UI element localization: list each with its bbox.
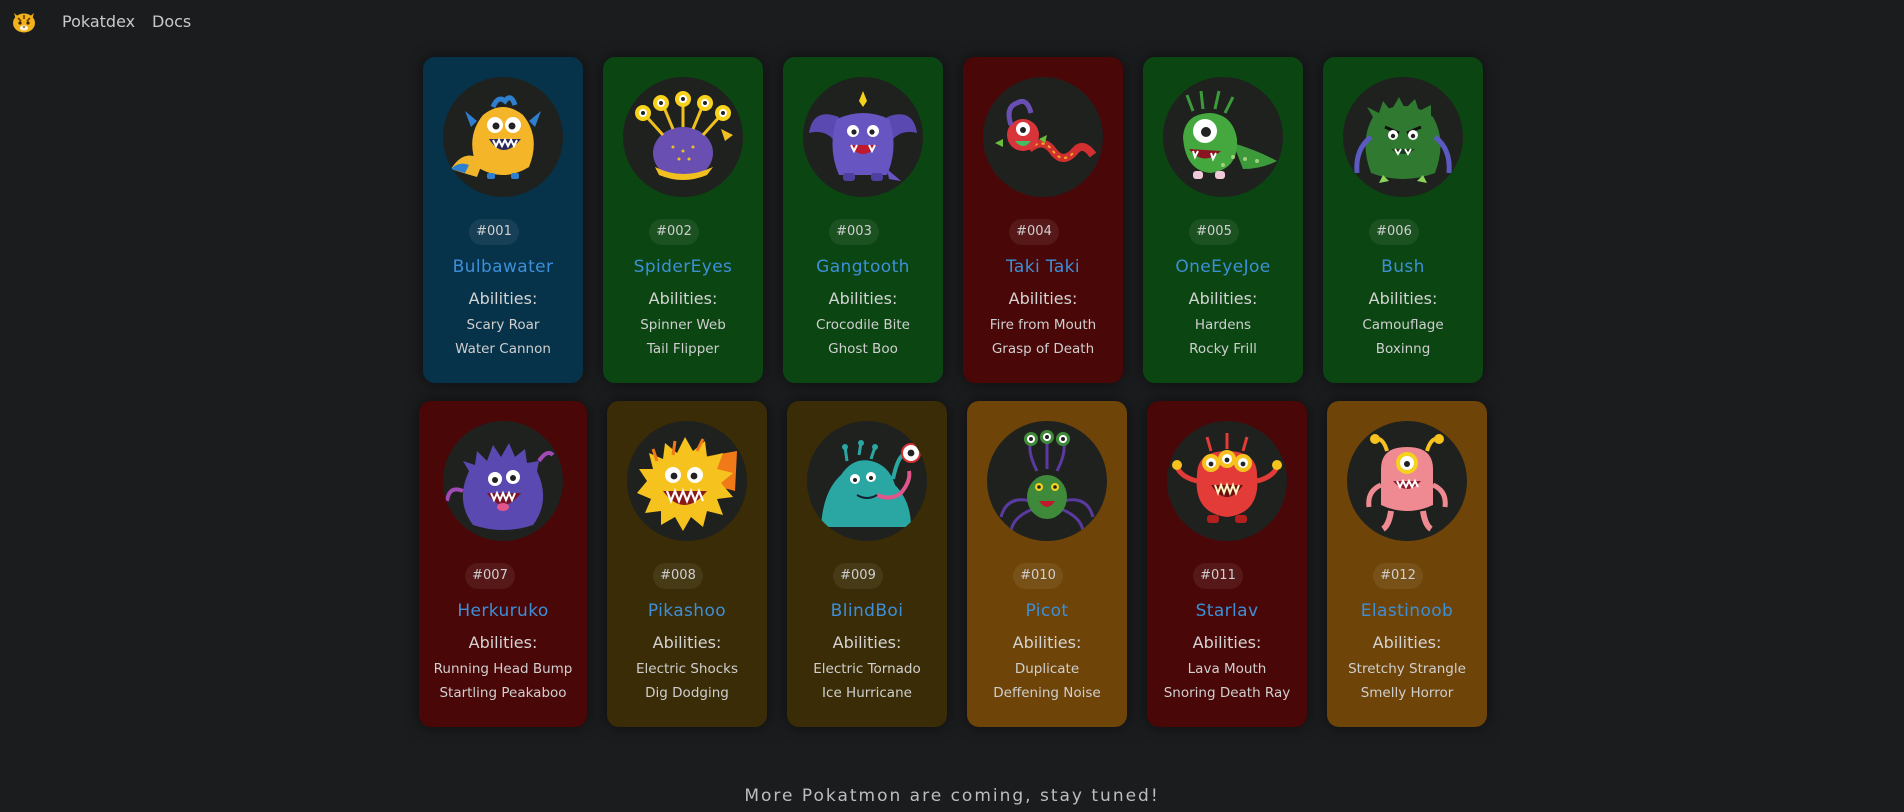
monster-number-badge: #002 [649, 219, 699, 245]
abilities-heading: Abilities: [1012, 633, 1082, 652]
monster-avatar [807, 421, 927, 541]
abilities-heading: Abilities: [1192, 633, 1262, 652]
monster-number-badge: #012 [1373, 563, 1423, 589]
monster-number-badge: #008 [653, 563, 703, 589]
monster-card[interactable]: #003 Gangtooth Abilities: Crocodile Bite Gho… [783, 57, 943, 383]
ability-item: Hardens [1194, 317, 1252, 333]
monster-card[interactable]: #005 OneEyeJoe Abilities: Hardens Rocky Fril… [1143, 57, 1303, 383]
monster-name: BlindBoi [830, 601, 904, 621]
ability-item: Deffening Noise [993, 685, 1101, 701]
ability-item: Lava Mouth [1187, 661, 1267, 677]
monster-card[interactable]: #009 BlindBoi Abilities: Electric Tornado Ic… [787, 401, 947, 727]
abilities-heading: Abilities: [1008, 289, 1078, 308]
teal-furry-monster-icon [821, 440, 921, 527]
monster-card[interactable]: #001 Bulbawater Abilities: Scary Roar Water … [423, 57, 583, 383]
abilities-heading: Abilities: [1372, 633, 1442, 652]
monster-avatar [1163, 77, 1283, 197]
monster-avatar [803, 77, 923, 197]
monster-name: OneEyeJoe [1175, 257, 1271, 277]
ability-item: Water Cannon [455, 341, 551, 357]
abilities-heading: Abilities: [652, 633, 722, 652]
monster-name: Herkuruko [457, 601, 549, 621]
ability-item: Boxinng [1375, 341, 1431, 357]
red-serpent-monster-icon [995, 98, 1097, 162]
furry-purple-monster-icon [445, 443, 555, 530]
monster-name: Elastinoob [1360, 601, 1454, 621]
winged-purple-monster-icon [809, 91, 917, 181]
monster-name: SpiderEyes [633, 257, 733, 277]
ability-item: Startling Peakaboo [439, 685, 567, 701]
monster-card[interactable]: #011 Starlav Abilities: Lava Mouth Snoring D… [1147, 401, 1307, 727]
monster-number-badge: #011 [1193, 563, 1243, 589]
ability-item: Rocky Frill [1189, 341, 1257, 357]
green-spider-monster-icon [999, 430, 1095, 532]
monster-number-badge: #004 [1009, 219, 1059, 245]
abilities-heading: Abilities: [1188, 289, 1258, 308]
monster-number-badge: #001 [469, 219, 519, 245]
monster-number-badge: #006 [1369, 219, 1419, 245]
ability-item: Ice Hurricane [822, 685, 912, 701]
monster-number-badge: #005 [1189, 219, 1239, 245]
monster-name: Starlav [1195, 601, 1259, 621]
monster-avatar [1167, 421, 1287, 541]
monster-number-badge: #007 [465, 563, 515, 589]
monster-name: Pikashoo [647, 601, 727, 621]
ability-item: Running Head Bump [433, 661, 573, 677]
monster-card[interactable]: #007 Herkuruko Abilities: Running Head Bump… [419, 401, 587, 727]
abilities-heading: Abilities: [468, 289, 538, 308]
abilities-heading: Abilities: [832, 633, 902, 652]
monster-card[interactable]: #006 Bush Abilities: Camouflage Boxinng [1323, 57, 1483, 383]
monster-card[interactable]: #012 Elastinoob Abilities: Stretchy Strangl… [1327, 401, 1487, 727]
ability-item: Camouflage [1362, 317, 1444, 333]
monster-avatar [1347, 421, 1467, 541]
monster-number-badge: #003 [829, 219, 879, 245]
monster-number-badge: #010 [1013, 563, 1063, 589]
monster-card[interactable]: #010 Picot Abilities: Duplicate Deffening No… [967, 401, 1127, 727]
monster-avatar [443, 421, 563, 541]
abilities-heading: Abilities: [648, 289, 718, 308]
monster-name: Bulbawater [452, 257, 554, 277]
monster-card-grid: #001 Bulbawater Abilities: Scary Roar Water … [0, 0, 1904, 760]
ability-item: Electric Tornado [813, 661, 921, 677]
ability-item: Ghost Boo [828, 341, 898, 357]
ability-item: Spinner Web [640, 317, 726, 333]
green-one-eyed-lizard-icon [1183, 90, 1277, 179]
monster-avatar [1343, 77, 1463, 197]
many-eyed-purple-monster-icon [635, 91, 733, 180]
monster-avatar [443, 77, 563, 197]
furry-green-monster-icon [1354, 97, 1452, 183]
monster-name: Bush [1381, 257, 1425, 277]
ability-item: Duplicate [1014, 661, 1080, 677]
ability-item: Stretchy Strangle [1348, 661, 1466, 677]
ability-item: Scary Roar [466, 317, 540, 333]
monster-name: Gangtooth [816, 257, 910, 277]
monster-avatar [627, 421, 747, 541]
ability-item: Electric Shocks [636, 661, 738, 677]
coming-soon-footer: More Pokatmon are coming, stay tuned! [744, 786, 1160, 806]
abilities-heading: Abilities: [1368, 289, 1438, 308]
ability-item: Grasp of Death [991, 341, 1095, 357]
monster-avatar [623, 77, 743, 197]
monster-avatar [983, 77, 1103, 197]
ability-item: Smelly Horror [1360, 685, 1454, 701]
ability-item: Dig Dodging [645, 685, 729, 701]
monster-name: Picot [1025, 601, 1069, 621]
abilities-heading: Abilities: [468, 633, 538, 652]
ability-item: Fire from Mouth [989, 317, 1097, 333]
monster-card[interactable]: #004 Taki Taki Abilities: Fire from Mouth Gr… [963, 57, 1123, 383]
monster-avatar [987, 421, 1107, 541]
ability-item: Snoring Death Ray [1163, 685, 1291, 701]
monster-card[interactable]: #008 Pikashoo Abilities: Electric Shocks Dig… [607, 401, 767, 727]
ability-item: Crocodile Bite [816, 317, 910, 333]
monster-name: Taki Taki [1005, 257, 1081, 277]
red-three-eyed-monster-icon [1172, 433, 1282, 523]
yellow-blue-monster-icon [451, 95, 541, 179]
monster-card[interactable]: #002 SpiderEyes Abilities: Spinner Web Tail … [603, 57, 763, 383]
ability-item: Tail Flipper [646, 341, 720, 357]
abilities-heading: Abilities: [828, 289, 898, 308]
yellow-fluffy-monster-icon [637, 437, 737, 531]
pink-one-eyed-monster-icon [1366, 434, 1448, 532]
monster-number-badge: #009 [833, 563, 883, 589]
